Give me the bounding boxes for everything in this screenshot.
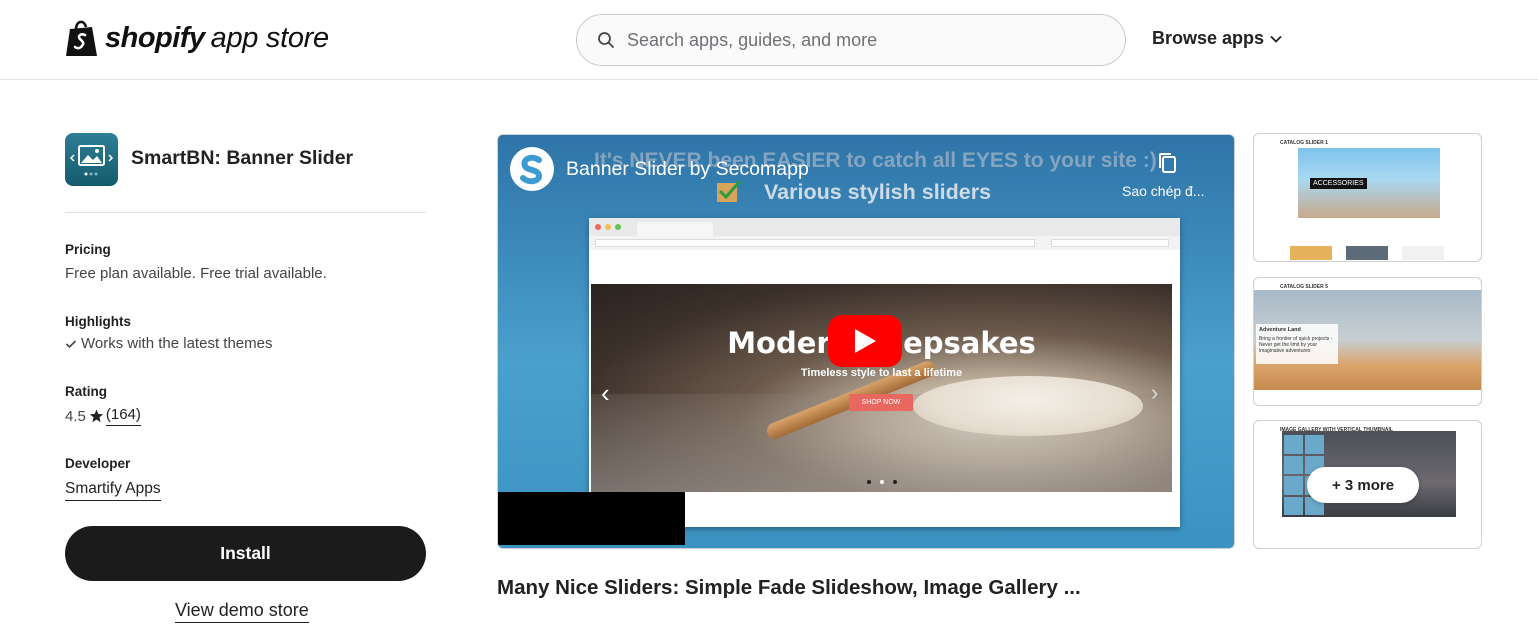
divider xyxy=(65,212,426,213)
product-thumb xyxy=(1346,246,1388,260)
thumbnail-heading: CATALOG SLIDER 1 xyxy=(1280,140,1328,146)
maximize-dot xyxy=(615,224,621,230)
highlights-item: Works with the latest themes xyxy=(65,335,272,352)
browser-mockup: Modern Keepsakes Timeless style to last … xyxy=(589,218,1180,527)
video-subtitle: Various stylish sliders xyxy=(764,180,992,204)
thumbnail-product-strip xyxy=(1290,246,1446,260)
pricing-label: Pricing xyxy=(65,242,111,257)
developer-label: Developer xyxy=(65,456,131,471)
slider-dots xyxy=(867,480,897,484)
image-gallery-icon xyxy=(69,145,114,176)
slider-dot-active xyxy=(880,480,884,484)
browse-apps-label: Browse apps xyxy=(1152,28,1265,48)
close-dot xyxy=(595,224,601,230)
thumbnail-caption-box: Adventure Land Bring a frontier of quick… xyxy=(1256,324,1338,364)
copy-link-label[interactable]: Sao chép đ... xyxy=(1122,183,1205,199)
grid-cell xyxy=(1284,476,1303,495)
browse-apps-menu[interactable]: Browse apps xyxy=(1152,28,1282,49)
url-box xyxy=(595,239,1035,247)
secomapp-logo-icon xyxy=(514,151,550,187)
rating-count-link[interactable]: (164) xyxy=(105,406,141,426)
logo-shopify-text: shopify xyxy=(105,21,205,54)
slider-prev-icon: ‹ xyxy=(601,378,610,408)
screenshot-thumbnail-2[interactable]: CATALOG SLIDER 5 Adventure Land Bring a … xyxy=(1253,277,1482,406)
video-player[interactable]: It's NEVER been EASIER to catch all EYES… xyxy=(497,134,1235,549)
browser-tab xyxy=(637,222,713,236)
highlights-label: Highlights xyxy=(65,314,131,329)
slider-dot xyxy=(867,480,871,484)
play-button[interactable] xyxy=(828,315,902,367)
shopify-app-store-logo[interactable]: shopify app store xyxy=(64,18,329,58)
grid-cell xyxy=(1305,435,1324,454)
video-title[interactable]: Banner Slider by Secomapp xyxy=(566,158,809,181)
grid-cell xyxy=(1284,455,1303,474)
thumbnail-caption-title: Adventure Land xyxy=(1259,327,1301,333)
copy-icon[interactable] xyxy=(1156,151,1180,175)
thumbnail-tag: ACCESSORIES xyxy=(1310,178,1367,189)
checkbox-icon xyxy=(717,180,742,202)
install-button[interactable]: Install xyxy=(65,526,426,581)
app-title: SmartBN: Banner Slider xyxy=(131,147,354,169)
media-caption: Many Nice Sliders: Simple Fade Slideshow… xyxy=(497,576,1081,599)
browser-titlebar xyxy=(589,218,1180,236)
url-box-secondary xyxy=(1051,239,1169,247)
logo-app-store-text: app store xyxy=(210,21,330,54)
view-demo-store-link[interactable]: View demo store xyxy=(175,600,309,623)
dough xyxy=(913,376,1143,436)
play-icon xyxy=(855,329,876,353)
rating-row: 4.5 (164) xyxy=(65,406,141,426)
channel-avatar[interactable] xyxy=(510,147,554,191)
product-thumb xyxy=(1402,246,1444,260)
grid-cell xyxy=(1284,496,1303,515)
pricing-value: Free plan available. Free trial availabl… xyxy=(65,265,327,282)
search-bar[interactable] xyxy=(576,14,1126,66)
chevron-down-icon xyxy=(1270,35,1282,43)
developer-link[interactable]: Smartify Apps xyxy=(65,480,161,501)
more-screenshots-button[interactable]: + 3 more xyxy=(1307,467,1419,503)
rating-value: 4.5 xyxy=(65,407,86,425)
app-icon xyxy=(65,133,118,186)
search-input[interactable] xyxy=(627,29,1097,51)
slider-dot xyxy=(893,480,897,484)
thumbnail-caption-text: Bring a frontier of quick projects - Nev… xyxy=(1259,336,1333,354)
minimize-dot xyxy=(605,224,611,230)
browser-url-row xyxy=(589,236,1180,250)
top-header: shopify app store Browse apps xyxy=(0,0,1538,80)
highlights-value: Works with the latest themes xyxy=(81,335,273,352)
screenshot-thumbnail-1[interactable]: CATALOG SLIDER 1 ACCESSORIES xyxy=(1253,133,1482,262)
redacted-overlay xyxy=(498,492,685,545)
rating-label: Rating xyxy=(65,384,107,399)
shop-now-button: SHOP NOW xyxy=(849,394,913,411)
search-icon xyxy=(598,32,614,48)
product-thumb xyxy=(1290,246,1332,260)
slider-next-icon: › xyxy=(1151,380,1159,405)
shopify-bag-icon xyxy=(66,20,97,56)
grid-cell xyxy=(1284,435,1303,454)
star-icon xyxy=(89,409,104,423)
checkmark-icon xyxy=(65,339,77,348)
hero-subtitle: Timeless style to last a lifetime xyxy=(800,367,963,379)
